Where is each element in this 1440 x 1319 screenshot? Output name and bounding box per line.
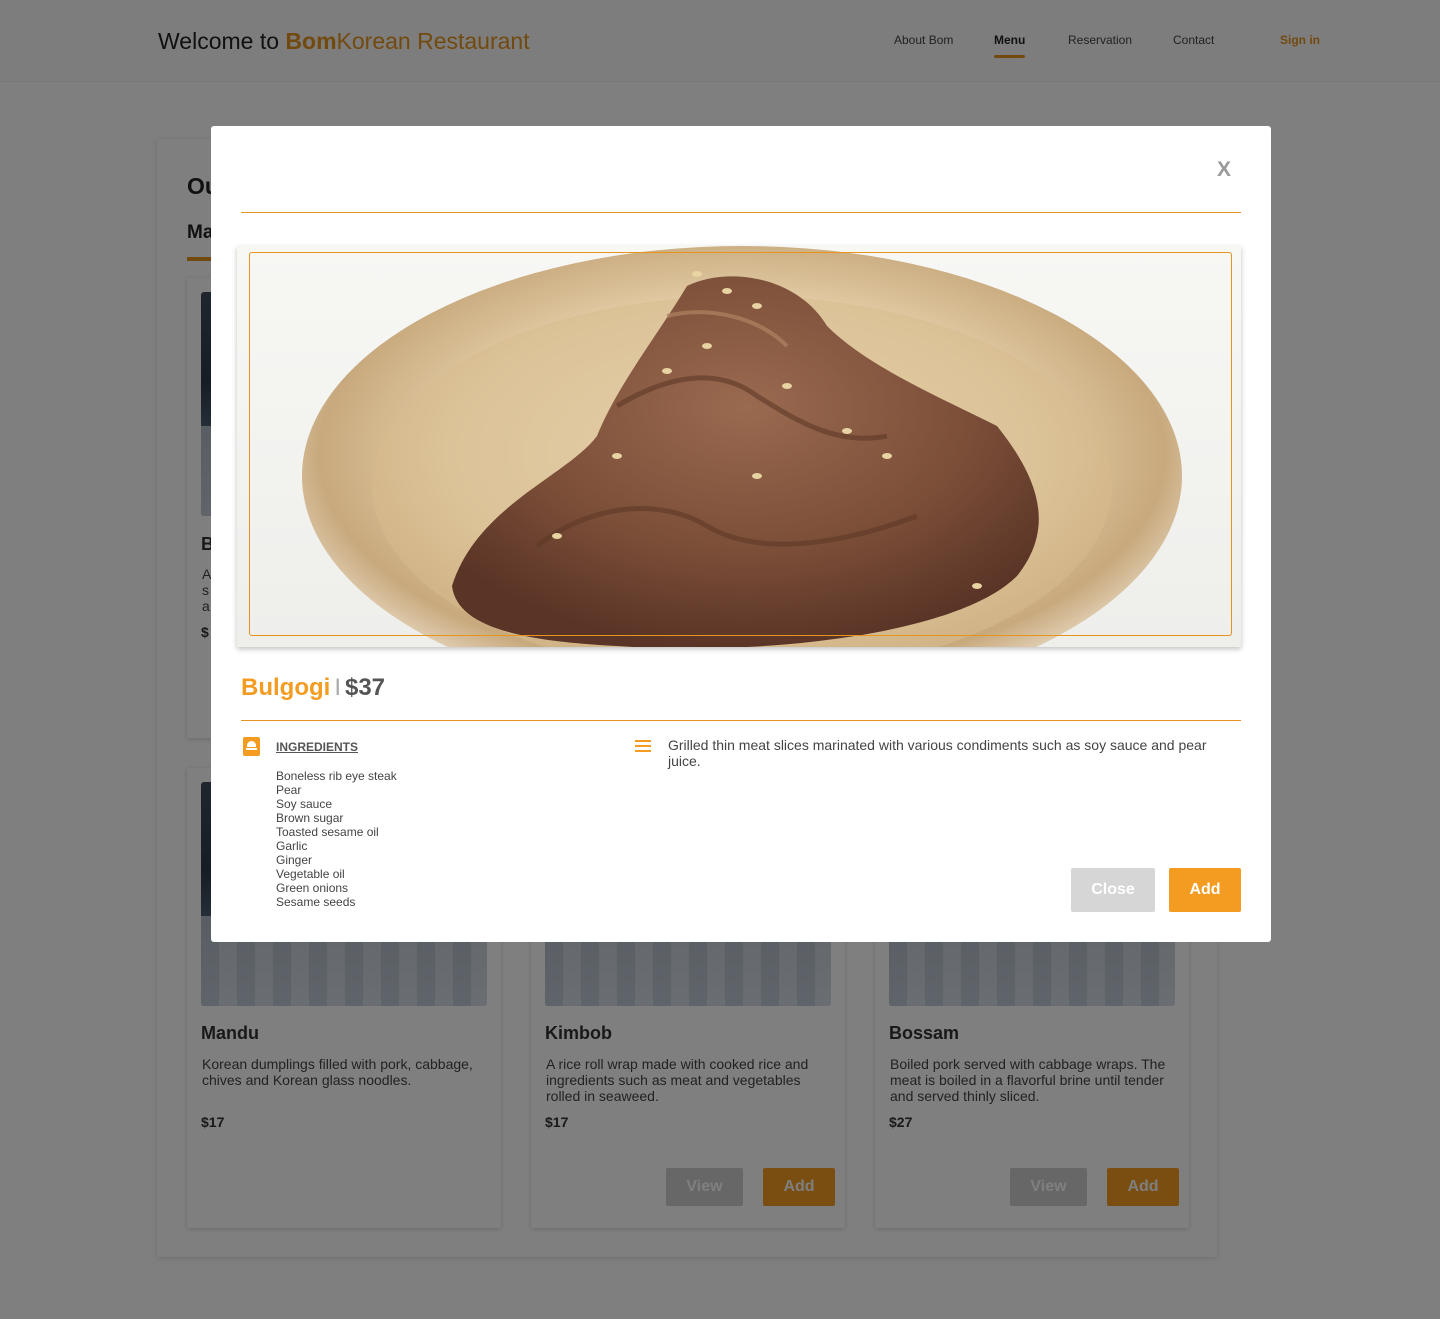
ingredient-item: Toasted sesame oil bbox=[276, 825, 379, 839]
ingredient-item: Garlic bbox=[276, 839, 308, 853]
list-lines-icon bbox=[635, 740, 651, 753]
ingredient-item: Ginger bbox=[276, 853, 313, 867]
photo-frame bbox=[249, 252, 1232, 636]
divider bbox=[241, 212, 1241, 213]
ingredient-item: Green onions bbox=[276, 881, 349, 895]
ingredients-list: Boneless rib eye steak Pear Soy sauce Br… bbox=[276, 769, 397, 909]
dish-description: Grilled thin meat slices marinated with … bbox=[668, 737, 1207, 769]
ingredient-item: Brown sugar bbox=[276, 811, 344, 825]
dish-title: Bulgogi I $37 bbox=[241, 674, 385, 702]
divider bbox=[241, 720, 1241, 721]
ingredient-item: Boneless rib eye steak bbox=[276, 769, 397, 783]
ingredient-item: Sesame seeds bbox=[276, 895, 356, 909]
dish-price: $37 bbox=[344, 674, 386, 701]
ingredients-heading: INGREDIENTS bbox=[276, 740, 359, 754]
ingredient-item: Vegetable oil bbox=[276, 867, 345, 881]
close-button[interactable]: Close bbox=[1071, 868, 1155, 912]
ingredient-item: Pear bbox=[276, 783, 302, 797]
add-button[interactable]: Add bbox=[1169, 868, 1241, 912]
dish-name: Bulgogi bbox=[241, 674, 331, 701]
chef-hat-icon bbox=[243, 737, 260, 756]
title-separator: I bbox=[334, 674, 341, 701]
close-icon[interactable]: X bbox=[1217, 158, 1231, 182]
dish-detail-modal: X Bulgogi I $37 INGREDIENTS Boneless rib… bbox=[211, 126, 1271, 942]
dish-photo bbox=[237, 246, 1241, 647]
ingredient-item: Soy sauce bbox=[276, 797, 333, 811]
